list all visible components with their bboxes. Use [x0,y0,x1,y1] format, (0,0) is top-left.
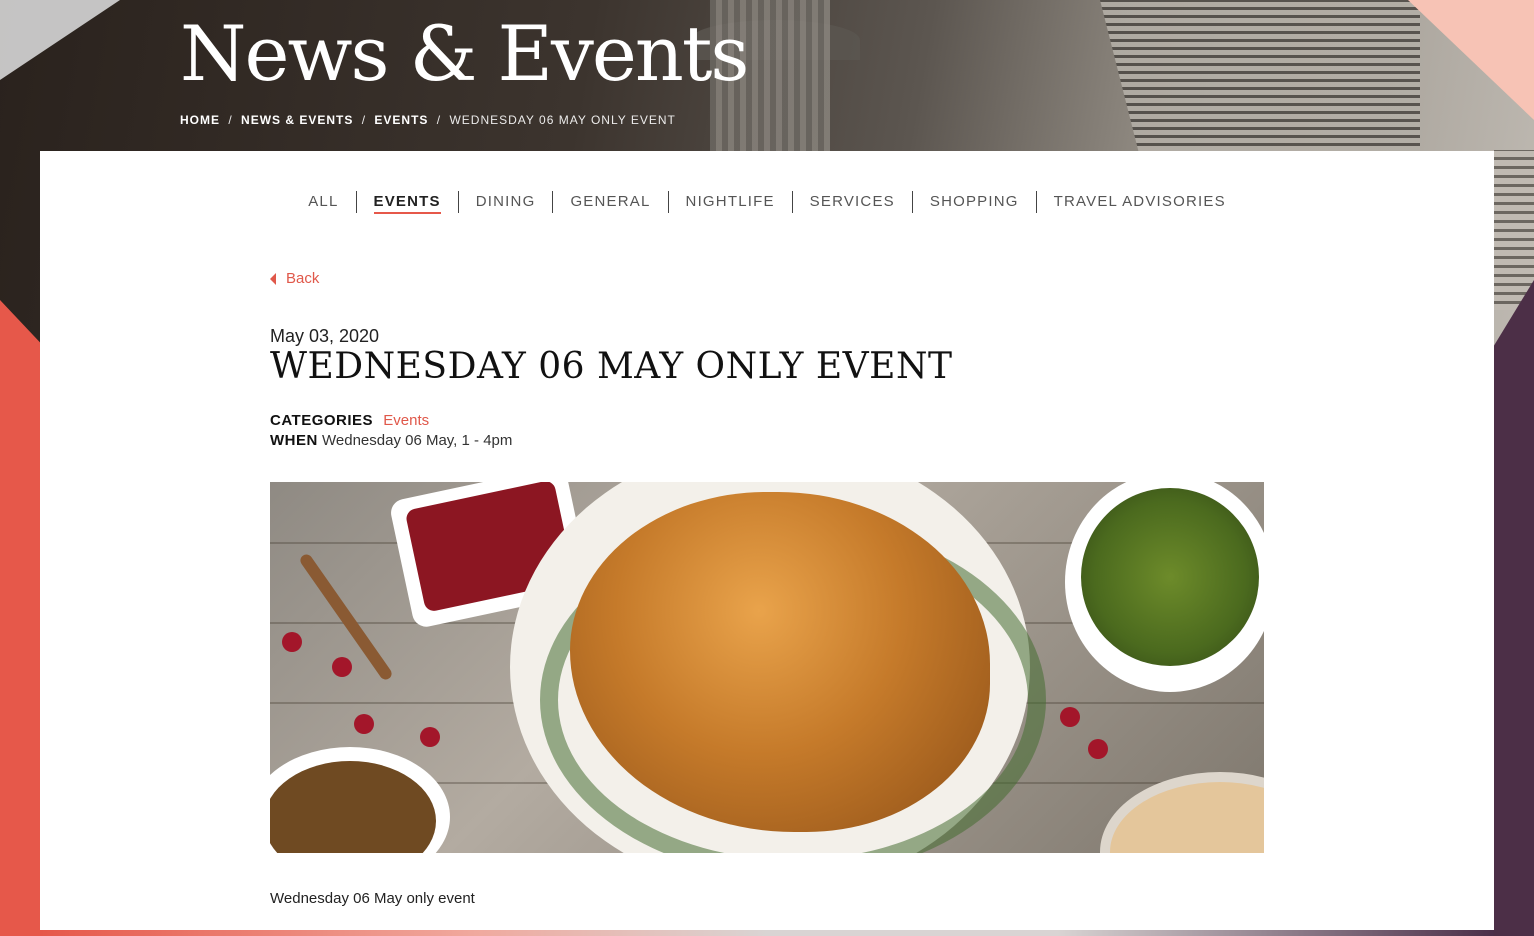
tab-label: GENERAL [570,193,651,210]
decor-bottom-strip [40,930,1494,936]
tab-label: EVENTS [373,193,441,214]
tab-general[interactable]: GENERAL [552,191,667,213]
back-label: Back [286,270,320,287]
tab-shopping[interactable]: SHOPPING [911,191,1036,213]
article-date: May 03, 2020 [270,326,380,346]
tab-services[interactable]: SERVICES [791,191,912,213]
stuffing-bowl-image [270,747,450,853]
tab-label: ALL [308,193,339,210]
breadcrumb-current: WEDNESDAY 06 MAY ONLY EVENT [449,113,676,127]
tab-travel-advisories[interactable]: TRAVEL ADVISORIES [1035,191,1243,213]
caret-left-icon [270,272,276,285]
tab-label: NIGHTLIFE [685,193,775,210]
pie-image [1100,772,1264,853]
breadcrumb-home-link[interactable]: HOME [180,113,220,127]
sprouts-bowl-image [1065,482,1264,692]
breadcrumb-separator: / [228,113,233,127]
tab-label: DINING [475,193,536,210]
when-value: Wednesday 06 May, 1 - 4pm [322,432,513,449]
article-title: WEDNESDAY 06 MAY ONLY EVENT [270,346,953,387]
when-label: WHEN [270,432,318,449]
tab-label: SERVICES [809,193,895,210]
tab-dining[interactable]: DINING [457,191,553,213]
category-link-events[interactable]: Events [383,412,429,429]
building-edge-image [1494,150,1534,310]
tab-label: TRAVEL ADVISORIES [1053,193,1226,210]
skyscraper-image [1100,0,1420,151]
breadcrumb-events-link[interactable]: EVENTS [374,113,428,127]
category-tabs: ALL EVENTS DINING GENERAL NIGHTLIFE SERV… [40,191,1494,214]
categories-label: CATEGORIES [270,412,374,429]
content-card: ALL EVENTS DINING GENERAL NIGHTLIFE SERV… [40,151,1494,930]
article-body: Wednesday 06 May only event [270,890,475,907]
tab-nightlife[interactable]: NIGHTLIFE [667,191,792,213]
page-title: News & Events [180,9,749,98]
breadcrumb: HOME / NEWS & EVENTS / EVENTS / WEDNESDA… [180,113,676,127]
tab-all[interactable]: ALL [291,191,355,213]
article-when: WHEN Wednesday 06 May, 1 - 4pm [270,432,512,449]
tab-events[interactable]: EVENTS [355,191,458,214]
breadcrumb-separator: / [361,113,367,127]
article-categories: CATEGORIES Events [270,412,429,429]
breadcrumb-separator: / [436,113,442,127]
feature-image-turkey-dinner [270,482,1264,853]
back-link[interactable]: Back [270,270,319,287]
breadcrumb-news-events-link[interactable]: NEWS & EVENTS [241,113,353,127]
tab-label: SHOPPING [929,193,1019,210]
